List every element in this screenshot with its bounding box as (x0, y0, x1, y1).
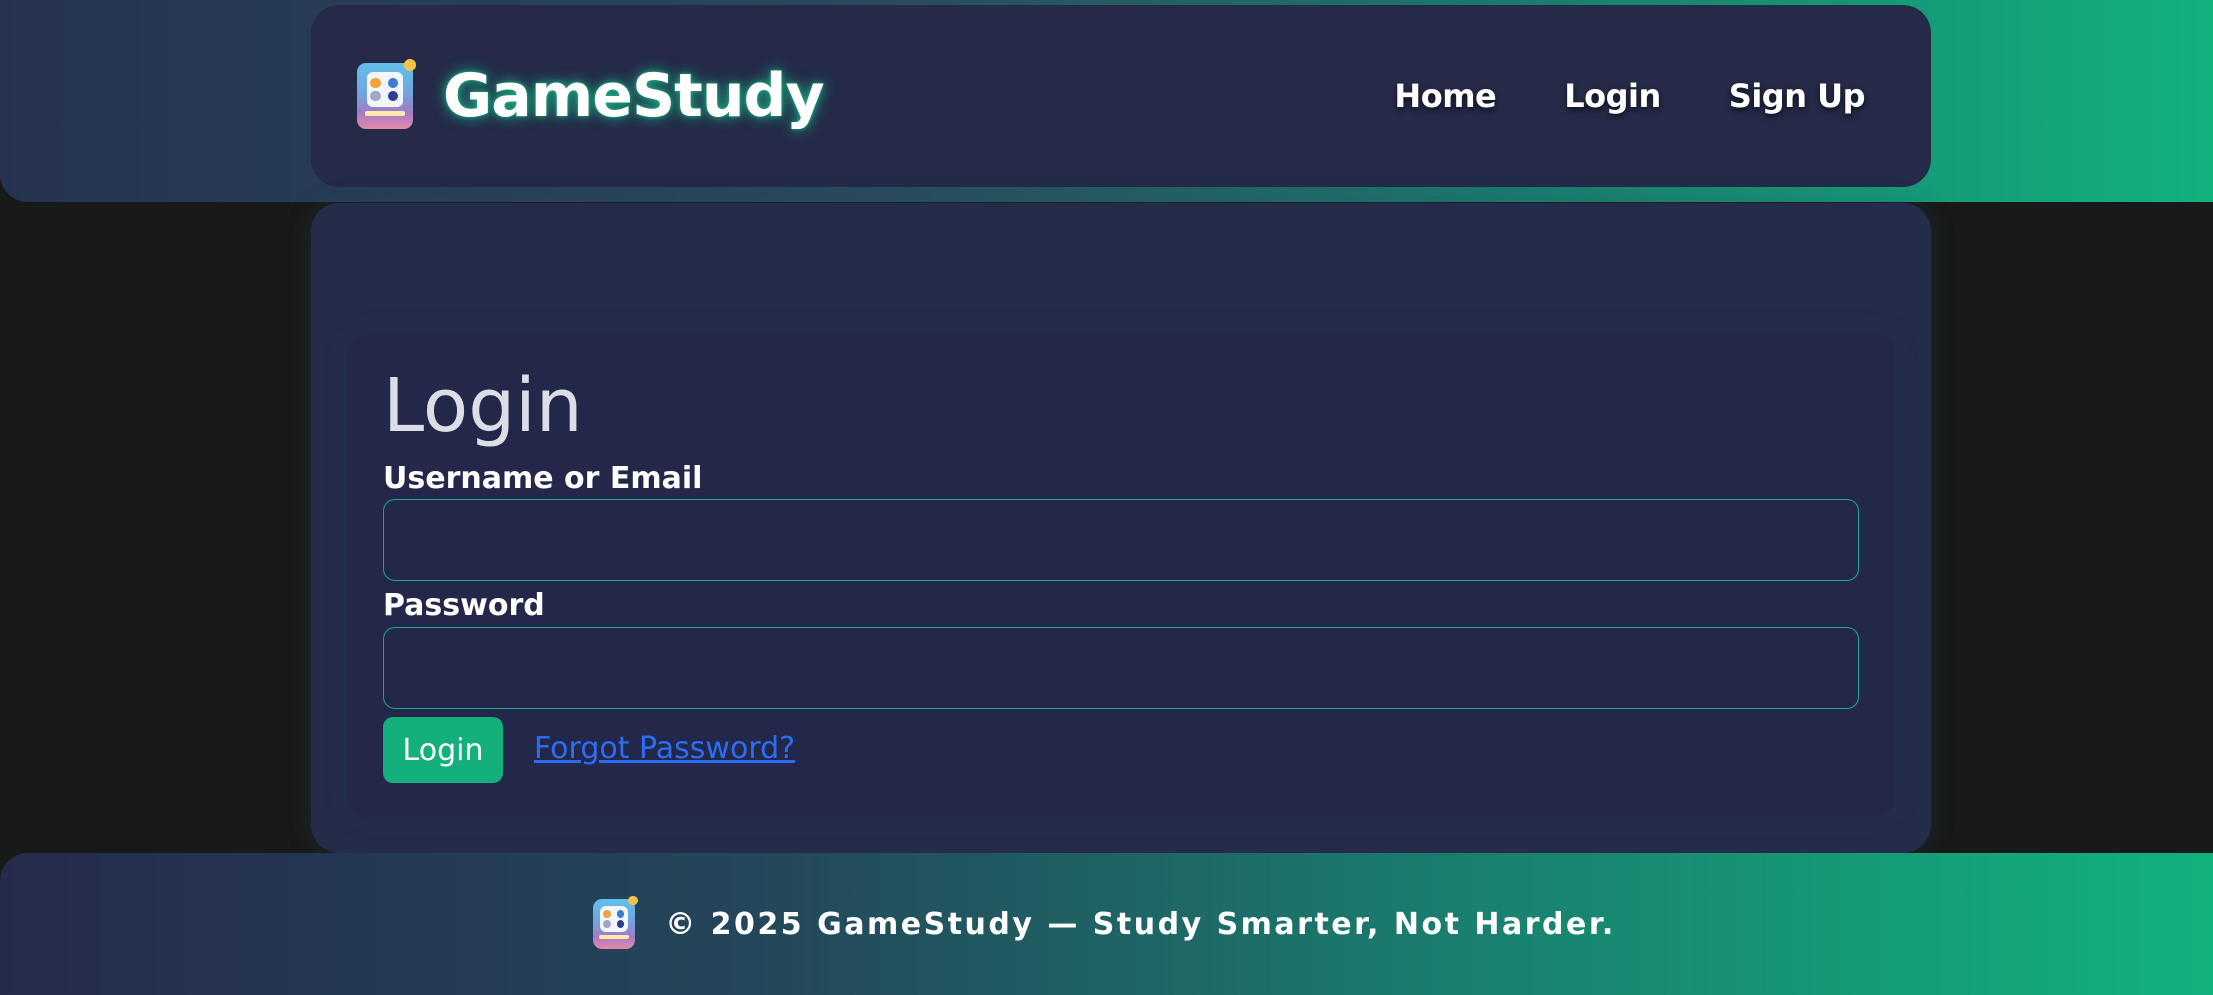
nav-link-login[interactable]: Login (1564, 77, 1661, 115)
footer-copyright: © 2025 GameStudy — Study Smarter, Not Ha… (665, 906, 1616, 942)
page-title: Login (383, 363, 583, 449)
site-footer: © 2025 GameStudy — Study Smarter, Not Ha… (0, 853, 2213, 995)
password-input[interactable] (383, 627, 1859, 709)
gamestudy-logo-icon[interactable] (357, 59, 417, 129)
username-label: Username or Email (383, 461, 703, 496)
brand-title[interactable]: GameStudy (443, 61, 825, 131)
site-header: GameStudy Home Login Sign Up (311, 5, 1931, 187)
controller-icon (593, 896, 638, 949)
footer-content: © 2025 GameStudy — Study Smarter, Not Ha… (593, 896, 1616, 949)
login-button[interactable]: Login (383, 717, 503, 783)
nav-link-sign-up[interactable]: Sign Up (1729, 77, 1866, 115)
main-content: Login Username or Email Password Login F… (311, 203, 1931, 853)
main-nav: Home Login Sign Up (1394, 77, 1865, 115)
forgot-password-link[interactable]: Forgot Password? (534, 731, 795, 766)
login-form: Login Username or Email Password Login F… (347, 333, 1895, 818)
controller-icon (357, 59, 417, 129)
nav-link-home[interactable]: Home (1394, 77, 1496, 115)
password-label: Password (383, 588, 545, 623)
footer-logo-icon (593, 896, 638, 949)
username-input[interactable] (383, 499, 1859, 581)
